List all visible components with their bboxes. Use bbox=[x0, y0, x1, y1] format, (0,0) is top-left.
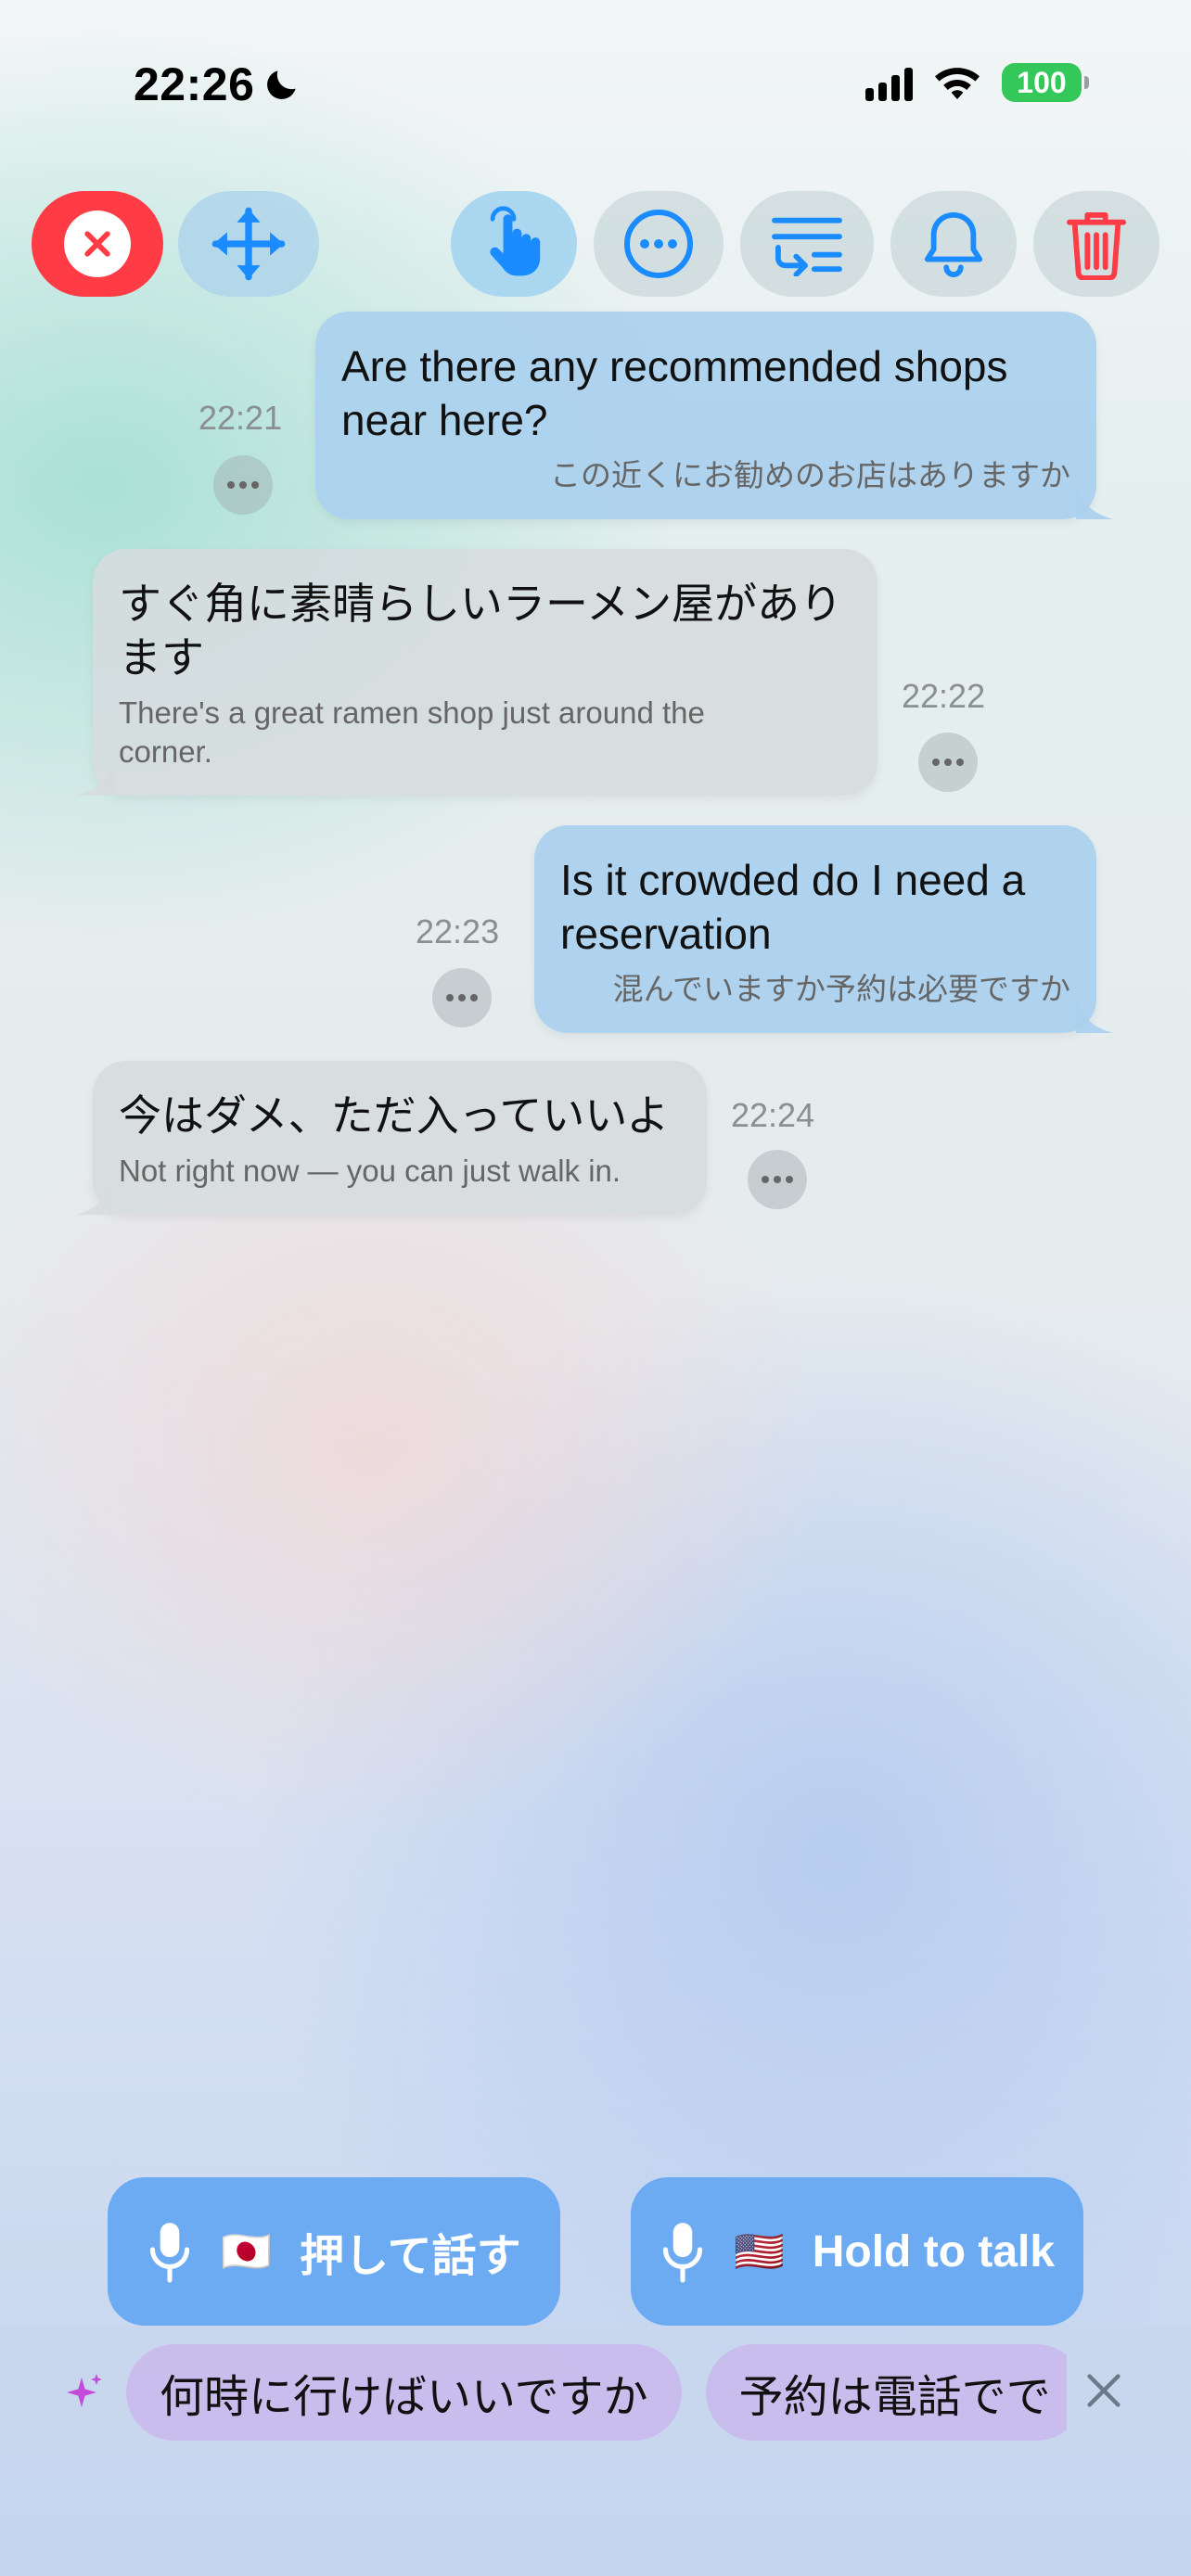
moon-icon bbox=[267, 70, 297, 99]
move-icon bbox=[211, 207, 286, 281]
close-button[interactable] bbox=[32, 191, 163, 297]
close-suggestions-icon[interactable] bbox=[1083, 2370, 1124, 2411]
message-time: 22:21 bbox=[198, 399, 283, 437]
battery-level: 100 bbox=[1017, 65, 1067, 99]
message-bubble-received[interactable]: 今はダメ、ただ入っていいよ Not right now — you can ju… bbox=[76, 1061, 707, 1215]
status-time-text: 22:26 bbox=[134, 58, 255, 110]
bubble-tail bbox=[76, 1181, 113, 1215]
message-time: 22:22 bbox=[902, 677, 986, 715]
message-more-button[interactable] bbox=[748, 1150, 807, 1209]
message-more-button[interactable] bbox=[213, 455, 273, 515]
microphone-icon bbox=[662, 2223, 703, 2283]
close-icon bbox=[64, 210, 131, 277]
suggestion-chip[interactable]: 予約は電話でで bbox=[705, 2344, 1067, 2441]
translation-display-button[interactable] bbox=[740, 191, 874, 297]
bubble-tail bbox=[76, 762, 113, 796]
touch-mode-button[interactable] bbox=[451, 191, 577, 297]
bell-icon bbox=[924, 211, 983, 277]
suggestion-chip[interactable]: 何時に行けばいいですか bbox=[126, 2344, 682, 2441]
suggestion-chips: 何時に行けばいいですか 予約は電話でで bbox=[126, 2344, 1067, 2441]
message-bubble-sent[interactable]: Are there any recommended shops near her… bbox=[315, 312, 1113, 519]
status-indicators: 100 bbox=[865, 63, 1089, 102]
message-translation: Not right now — you can just walk in. bbox=[119, 1154, 621, 1188]
touch-icon bbox=[490, 206, 541, 276]
message-more-button[interactable] bbox=[918, 733, 978, 792]
hold-to-talk-japanese-button[interactable]: 🇯🇵 押して話す bbox=[108, 2177, 560, 2326]
message-more-button[interactable] bbox=[432, 968, 492, 1027]
message-text: すぐ角に素晴らしいラーメン屋があります bbox=[119, 580, 843, 682]
message-translation: この近くにお勧めのお店はありますか bbox=[550, 458, 1070, 492]
more-icon bbox=[624, 210, 693, 278]
move-button[interactable] bbox=[178, 191, 319, 297]
sparkle-icon bbox=[67, 2374, 102, 2407]
message-bubble-sent[interactable]: Is it crowded do I need a reservation 混ん… bbox=[534, 825, 1113, 1033]
status-time: 22:26 bbox=[134, 57, 302, 111]
translate-swap-icon bbox=[772, 217, 842, 276]
hold-to-talk-english-button[interactable]: 🇺🇸 Hold to talk bbox=[631, 2177, 1083, 2326]
message-translation: 混んでいますか予約は必要ですか bbox=[612, 972, 1070, 1006]
bubble-tail bbox=[1076, 486, 1113, 519]
message-time: 22:23 bbox=[416, 912, 500, 950]
message-bubble-received[interactable]: すぐ角に素晴らしいラーメン屋があります There's a great rame… bbox=[76, 549, 877, 796]
japan-flag-icon: 🇯🇵 bbox=[221, 2229, 273, 2275]
message-translation: There's a great ramen shop just around t… bbox=[119, 695, 705, 769]
talk-button-label: Hold to talk bbox=[812, 2226, 1056, 2276]
battery-indicator: 100 bbox=[1002, 63, 1089, 102]
more-options-button[interactable] bbox=[594, 191, 724, 297]
message-text: Is it crowded do I need a reservation bbox=[560, 856, 1026, 958]
us-flag-icon: 🇺🇸 bbox=[733, 2229, 785, 2275]
trash-icon bbox=[1066, 212, 1127, 280]
delete-button[interactable] bbox=[1033, 191, 1159, 297]
notification-button[interactable] bbox=[890, 191, 1017, 297]
wifi-icon bbox=[935, 68, 980, 99]
message-time: 22:24 bbox=[731, 1096, 815, 1134]
message-text: 今はダメ、ただ入っていいよ bbox=[119, 1091, 670, 1140]
talk-button-label: 押して話す bbox=[300, 2232, 521, 2281]
bubble-tail bbox=[1076, 1000, 1113, 1033]
cellular-signal-icon bbox=[865, 64, 913, 101]
message-text: Are there any recommended shops near her… bbox=[341, 342, 1008, 444]
microphone-icon bbox=[150, 2223, 190, 2283]
